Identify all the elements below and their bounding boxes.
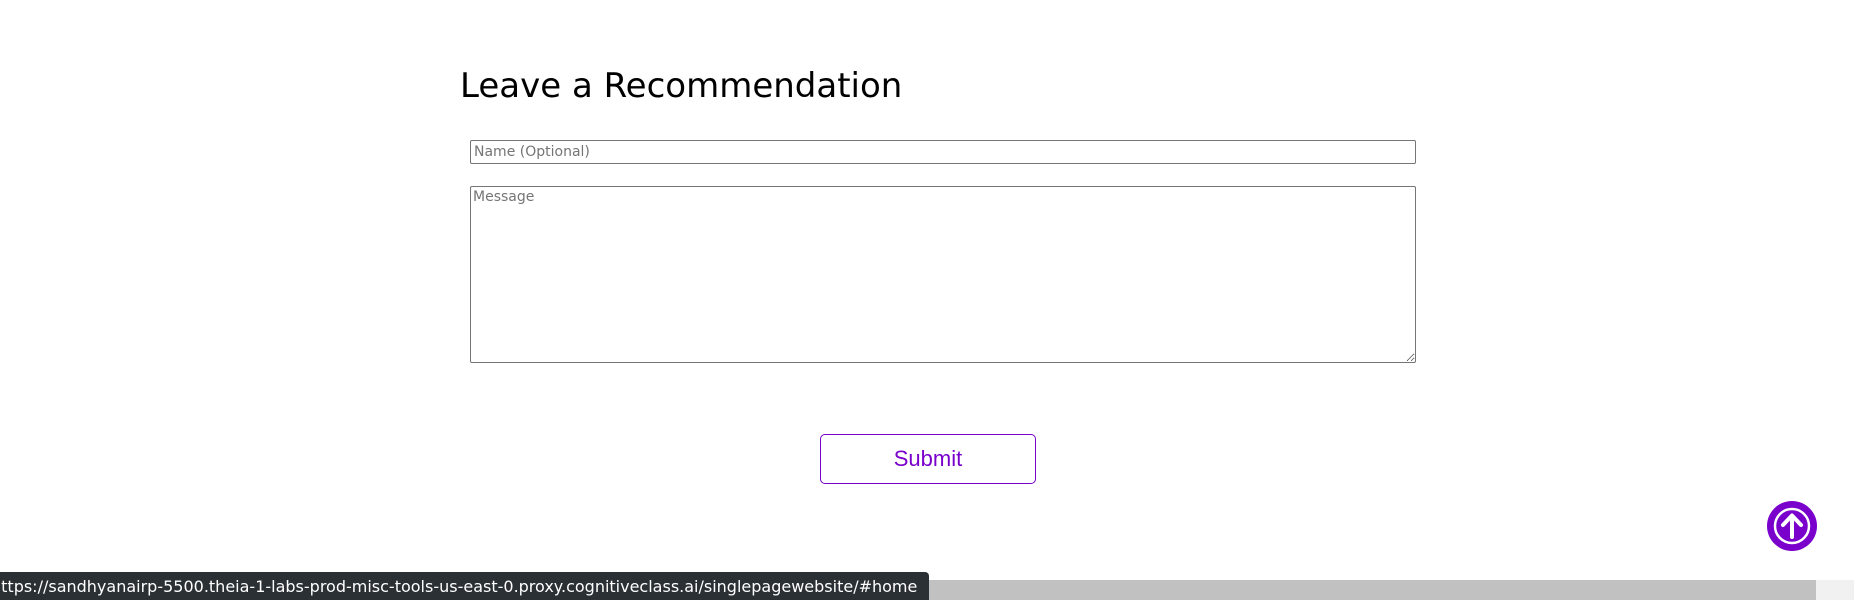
name-field[interactable]: [470, 140, 1416, 164]
status-bar-url: https://sandhyanairp-5500.theia-1-labs-p…: [0, 572, 930, 600]
submit-button[interactable]: Submit: [820, 434, 1036, 484]
page: Leave a Recommendation Submit https://sa…: [0, 0, 1854, 600]
message-field[interactable]: [470, 186, 1416, 363]
scroll-to-top-button[interactable]: [1767, 501, 1817, 551]
arrow-up-icon: [1767, 501, 1817, 551]
recommendation-heading: Leave a Recommendation: [460, 66, 903, 106]
